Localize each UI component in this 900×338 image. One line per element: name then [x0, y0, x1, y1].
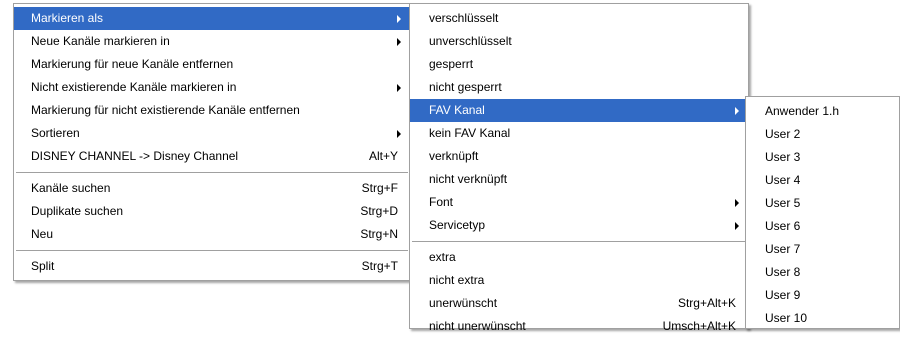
menu-item-label: unverschlüsselt: [429, 34, 512, 48]
submenu-arrow-icon: [735, 222, 739, 230]
menu-item-label: User 5: [765, 196, 801, 210]
shortcut-label: Strg+F: [361, 181, 398, 195]
menu-item-font[interactable]: Font: [410, 191, 748, 214]
menu-item-label: extra: [429, 250, 456, 264]
menu-item-kan-le-suchen[interactable]: Kanäle suchen Strg+F: [14, 177, 410, 200]
submenu-arrow-icon: [397, 84, 401, 92]
menu-item-label: FAV Kanal: [429, 103, 485, 117]
menu-item-anwender-1-h[interactable]: Anwender 1.h: [746, 100, 899, 123]
menu-item-user-9[interactable]: User 9: [746, 284, 899, 307]
shortcut-label: Alt+Y: [368, 149, 398, 163]
menu-item-neue-kan-le-markieren-in[interactable]: Neue Kanäle markieren in: [14, 30, 410, 53]
menu-separator: [14, 168, 410, 177]
menu-item-verkn-pft[interactable]: verknüpft: [410, 145, 748, 168]
menu-separator: [14, 246, 410, 255]
menu-item-label: Markierung für neue Kanäle entfernen: [31, 57, 234, 71]
submenu-arrow-icon: [397, 15, 401, 23]
menu-item-label: Neue Kanäle markieren in: [31, 34, 170, 48]
menu-item-kein-fav-kanal[interactable]: kein FAV Kanal: [410, 122, 748, 145]
menu-item-label: verknüpft: [429, 149, 479, 163]
menu-item-label: gesperrt: [429, 57, 474, 71]
menu-item-nicht-existierende-kan-le-markieren-in[interactable]: Nicht existierende Kanäle markieren in: [14, 76, 410, 99]
shortcut-label: Umsch+Alt+K: [662, 319, 736, 333]
menu-item-label: Neu: [31, 227, 54, 241]
menu-item-label: unerwünscht: [429, 296, 498, 310]
menu-item-label: kein FAV Kanal: [429, 126, 511, 140]
menu-item-user-6[interactable]: User 6: [746, 215, 899, 238]
submenu-arrow-icon: [397, 38, 401, 46]
menu-item-label: verschlüsselt: [429, 11, 499, 25]
submenu-arrow-icon: [735, 199, 739, 207]
menu-item-label: DISNEY CHANNEL -> Disney Channel: [31, 149, 239, 163]
context-menu: Markieren als Neue Kanäle markieren in Mar…: [13, 3, 411, 281]
menu-item-user-3[interactable]: User 3: [746, 146, 899, 169]
menu-item-label: User 9: [765, 288, 801, 302]
menu-item-label: Kanäle suchen: [31, 181, 111, 195]
menu-item-disney-channel-disney-channel[interactable]: DISNEY CHANNEL -> Disney Channel Alt+Y: [14, 145, 410, 168]
menu-separator: [410, 237, 748, 246]
fav-channel-submenu: Anwender 1.h User 2 User 3 User 4 User 5 User…: [745, 96, 900, 329]
shortcut-label: Strg+D: [360, 204, 398, 218]
menu-item-extra[interactable]: extra: [410, 246, 748, 269]
menu-item-label: User 2: [765, 127, 801, 141]
menu-item-nicht-unerw-nscht[interactable]: nicht unerwünscht Umsch+Alt+K: [410, 315, 748, 338]
menu-item-sortieren[interactable]: Sortieren: [14, 122, 410, 145]
menu-item-label: User 3: [765, 150, 801, 164]
menu-item-gesperrt[interactable]: gesperrt: [410, 53, 748, 76]
menu-item-label: User 6: [765, 219, 801, 233]
submenu-arrow-icon: [397, 130, 401, 138]
menu-item-user-10[interactable]: User 10: [746, 307, 899, 330]
shortcut-label: Strg+Alt+K: [677, 296, 736, 310]
menu-item-nicht-gesperrt[interactable]: nicht gesperrt: [410, 76, 748, 99]
menu-item-unverschl-sselt[interactable]: unverschlüsselt: [410, 30, 748, 53]
menu-item-markierung-f-r-nicht-existierende-kan-le-entfernen[interactable]: Markierung für nicht existierende Kanäle…: [14, 99, 410, 122]
menu-item-user-4[interactable]: User 4: [746, 169, 899, 192]
menu-item-label: Markieren als: [31, 11, 104, 25]
mark-as-submenu: verschlüsselt unverschlüsselt gesperrt nich…: [409, 3, 749, 333]
menu-item-servicetyp[interactable]: Servicetyp: [410, 214, 748, 237]
menu-item-split[interactable]: Split Strg+T: [14, 255, 410, 278]
menu-item-label: Duplikate suchen: [31, 204, 124, 218]
menu-item-label: User 7: [765, 242, 801, 256]
menu-item-label: Split: [31, 259, 55, 273]
menu-item-label: Font: [429, 195, 454, 209]
menu-item-verschl-sselt[interactable]: verschlüsselt: [410, 7, 748, 30]
menu-item-label: nicht verknüpft: [429, 172, 508, 186]
menu-item-nicht-verkn-pft[interactable]: nicht verknüpft: [410, 168, 748, 191]
menu-item-markierung-f-r-neue-kan-le-entfernen[interactable]: Markierung für neue Kanäle entfernen: [14, 53, 410, 76]
menu-item-label: Servicetyp: [429, 218, 486, 232]
menu-item-user-5[interactable]: User 5: [746, 192, 899, 215]
menu-item-label: Markierung für nicht existierende Kanäle…: [31, 103, 300, 117]
menu-item-label: Anwender 1.h: [765, 104, 840, 118]
shortcut-label: Strg+N: [360, 227, 398, 241]
menu-item-label: nicht extra: [429, 273, 485, 287]
menu-item-label: User 10: [765, 311, 808, 325]
menu-item-unerw-nscht[interactable]: unerwünscht Strg+Alt+K: [410, 292, 748, 315]
menu-item-nicht-extra[interactable]: nicht extra: [410, 269, 748, 292]
menu-item-fav-kanal[interactable]: FAV Kanal: [410, 99, 748, 122]
menu-item-label: nicht unerwünscht: [429, 319, 526, 333]
submenu-arrow-icon: [735, 107, 739, 115]
menu-item-markieren-als[interactable]: Markieren als: [14, 7, 410, 30]
menu-item-label: Nicht existierende Kanäle markieren in: [31, 80, 237, 94]
menu-item-neu[interactable]: Neu Strg+N: [14, 223, 410, 246]
menu-item-label: nicht gesperrt: [429, 80, 502, 94]
menu-item-label: User 8: [765, 265, 801, 279]
menu-item-user-7[interactable]: User 7: [746, 238, 899, 261]
menu-item-user-2[interactable]: User 2: [746, 123, 899, 146]
menu-item-label: User 4: [765, 173, 801, 187]
menu-item-duplikate-suchen[interactable]: Duplikate suchen Strg+D: [14, 200, 410, 223]
shortcut-label: Strg+T: [361, 259, 398, 273]
menu-item-user-8[interactable]: User 8: [746, 261, 899, 284]
menu-item-label: Sortieren: [31, 126, 80, 140]
